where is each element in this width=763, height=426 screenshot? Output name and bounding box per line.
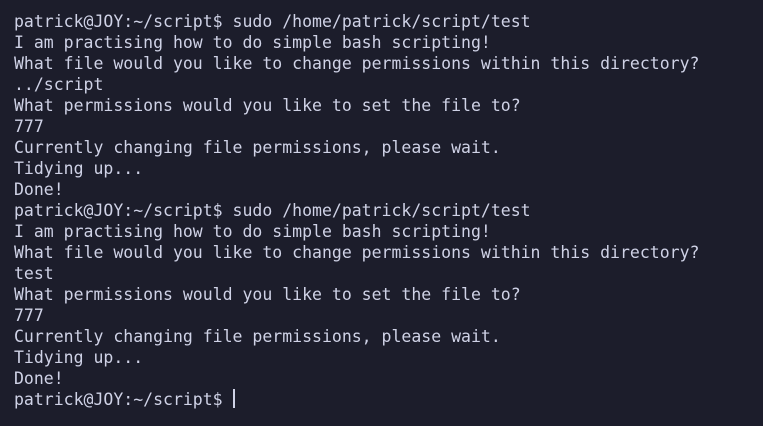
output-line: Currently changing file permissions, ple… (14, 327, 501, 346)
output-line: patrick@JOY:~/script$ sudo /home/patrick… (14, 201, 531, 220)
text-cursor[interactable] (232, 389, 235, 408)
current-prompt-line[interactable]: patrick@JOY:~/script$ (14, 389, 763, 410)
output-line: What file would you like to change permi… (14, 54, 700, 73)
output-line: Tidying up... (14, 348, 144, 367)
output-line: 777 (14, 117, 44, 136)
output-line: What permissions would you like to set t… (14, 285, 521, 304)
output-line: 777 (14, 306, 44, 325)
output-line: What file would you like to change permi… (14, 243, 700, 262)
output-line: I am practising how to do simple bash sc… (14, 222, 491, 241)
output-line: I am practising how to do simple bash sc… (14, 33, 491, 52)
output-line: Tidying up... (14, 159, 144, 178)
output-line: patrick@JOY:~/script$ sudo /home/patrick… (14, 12, 531, 31)
output-line: Currently changing file permissions, ple… (14, 138, 501, 157)
output-line: Done! (14, 369, 64, 388)
output-line: test (14, 264, 54, 283)
output-line: ../script (14, 75, 104, 94)
shell-prompt: patrick@JOY:~/script$ (14, 390, 223, 409)
output-line: Done! (14, 180, 64, 199)
output-line: What permissions would you like to set t… (14, 96, 521, 115)
terminal-window[interactable]: patrick@JOY:~/script$ sudo /home/patrick… (0, 0, 763, 426)
